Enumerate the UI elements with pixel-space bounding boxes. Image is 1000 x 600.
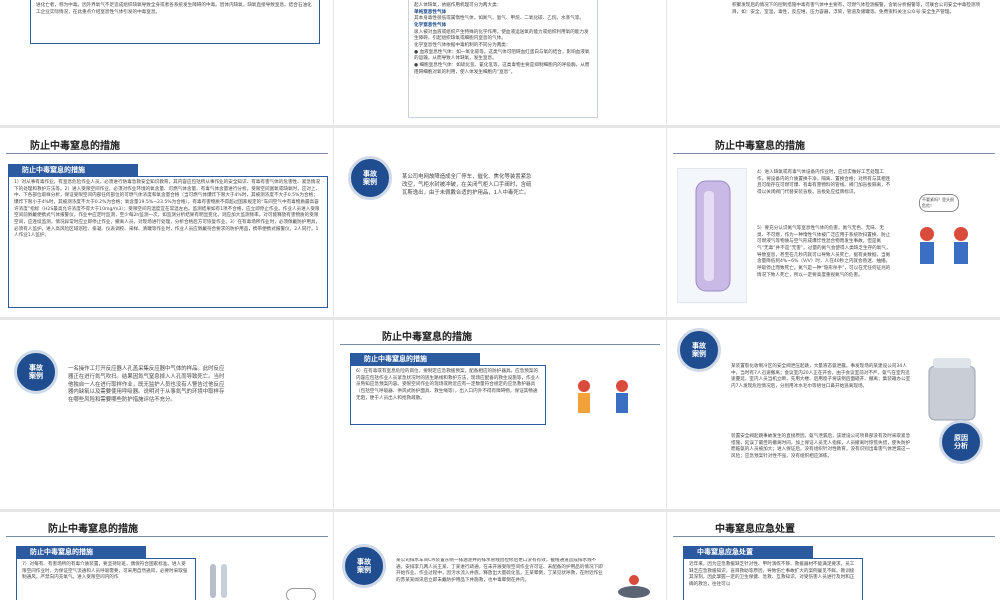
- storage-tank-icon: [928, 358, 976, 421]
- slide-11-badge-l1: 事故: [357, 557, 371, 566]
- slide-4[interactable]: 防止中毒窒息的措施 防止中毒窒息的措施 1）对从事有毒作业，有窒息危险作业人员，…: [0, 128, 333, 317]
- slide-1[interactable]: 进化亡者，称为中毒。因外界氧气不足造成组织缺氧导致全身或者各系统发生障碍的中毒。…: [0, 0, 333, 125]
- slide-12-body: 近年来，因为应急救援缺乏针对性、甲时演练不够、救援器材不能满足要求，员工缺乏应急…: [683, 558, 863, 600]
- slide-9-badge-l1: 事故: [692, 341, 706, 350]
- slide-7[interactable]: 事故 案例 一名操作工打开反应器人孔盖采集反应器中气体的样品。此时反应器正在进行…: [0, 320, 333, 509]
- slide-2-line-4: 吸入被对血液或组织产生特殊的化学作用，使血液运送氧的能力或组织利用氧的能力发生障…: [414, 29, 589, 42]
- slide-2-line-0: 起人体缺氧，依据作用机理可分为两大类：: [414, 3, 502, 8]
- slide-11-badge-l2: 案例: [357, 566, 371, 574]
- slide-10[interactable]: 防止中毒窒息的措施 防止中毒窒息的措施 7）对每有、有害场所的有毒介质装置，要坚…: [0, 512, 333, 600]
- slide-6-workers-illustration: 不要紧吗？里头很危险！: [899, 194, 991, 270]
- slide-2-line-2: 其本身毒性很低或属惰性气体，如氮气、氩气、甲烷、二氧化碳、乙烷、水蒸气等。: [414, 16, 584, 22]
- slide-7-badge-l2: 案例: [29, 372, 43, 380]
- slide-5[interactable]: 事故 案例 某公司电网故障造成全厂停车，催化、焦化等装置紧急改空，气柜水封被冲破…: [334, 128, 666, 317]
- slide-8[interactable]: 防止中毒窒息的措施 防止中毒窒息的措施 6）在有毒或有窒息危险的岗位，要制定应急…: [334, 320, 666, 509]
- slide-9-text-2: 装置安全阀起跳事故发生的直接原因。氨气泄漏后，该建设公司项目部没有及时采取紧急措…: [731, 434, 911, 459]
- slide-9-badge2-l1: 原因: [954, 433, 968, 442]
- slide-9-badge-2: 原因 分析: [939, 420, 983, 464]
- slide-4-title: 防止中毒窒息的措施: [30, 141, 120, 152]
- slide-2-heading-chemical: 化学窒息性气体: [414, 22, 447, 28]
- slide-10-bubble: [286, 588, 316, 600]
- slide-10-header-bar: 防止中毒窒息的措施: [16, 546, 146, 558]
- slide-6[interactable]: 防止中毒窒息的措施 4）进入缺氧或有毒气体设备内作业时，应切实做好工艺处理工作，…: [667, 128, 1000, 317]
- slide-2-line-5: 化学窒息性气体依据中毒机制的不同分为两类：: [414, 42, 511, 48]
- slide-11-badge: 事故 案例: [342, 544, 386, 588]
- slide-2-line-7: ● 细胞窒息性气体：如硫化氢、氰化氢等。这类毒物主要是抑制细胞内的呼吸酶，从而阻…: [414, 62, 590, 75]
- slide-4-title-rule: [6, 153, 328, 154]
- slide-2[interactable]: 起人体缺氧，依据作用机理可分为两大类： 单纯窒息性气体 其本身毒性很低或属惰性气…: [334, 0, 666, 125]
- slide-6-text-1: 4）进入缺氧或有毒气体设备内作业时，应切实做好工艺处理工作，将设备内的介质置换干…: [757, 170, 891, 195]
- slide-5-badge: 事故 案例: [348, 156, 392, 200]
- slide-10-title: 防止中毒窒息的措施: [48, 524, 138, 535]
- slide-9-badge2-l2: 分析: [954, 442, 968, 450]
- slide-2-textbox: 起人体缺氧，依据作用机理可分为两大类： 单纯窒息性气体 其本身毒性很低或属惰性气…: [408, 0, 598, 118]
- slide-10-body: 7）对每有、有害场所的有毒介质装置，要坚持轮班，偶保符合国家标准。进入受限空间作…: [16, 558, 196, 600]
- slide-6-text-2: 5）要充分认识氮气等窒息性气体的危害。氮气无色、无味、无臭、不可燃，作为一种惰性…: [757, 226, 891, 278]
- slide-9[interactable]: 事故 案例 某装置裂化收制冷区的安全阀泄压起跳，大量液态氨泄露。事发现场的某建设…: [667, 320, 1000, 509]
- slide-6-tank-illustration: [677, 168, 747, 303]
- slide-6-title-rule: [673, 153, 995, 154]
- slide-9-text-1: 某装置裂化收制冷区的安全阀泄压起跳，大量液态氨泄露。事发现场的某建设公司34人中…: [731, 364, 911, 389]
- slide-3[interactable]: 积聚发现后的情况下的控制措施中毒有害气体中主要有，可燃气体检测报警，含氧分析报警…: [667, 0, 1000, 125]
- slide-1-text: 进化亡者，称为中毒。因外界氧气不足造成组织缺氧导致全身或者各系统发生障碍的中毒。…: [30, 0, 320, 44]
- slide-12-title: 中毒窒息应急处置: [715, 524, 795, 535]
- slide-11[interactable]: 事故 案例 某公司排水车间CPI装置东侧一排油泥井的排水管线因检修后更口没有有效…: [334, 512, 666, 600]
- slide-11-manhole-illustration: [614, 572, 654, 600]
- slide-10-title-rule: [6, 536, 328, 537]
- slide-grid: 进化亡者，称为中毒。因外界氧气不足造成组织缺氧导致全身或者各系统发生障碍的中毒。…: [0, 0, 1000, 600]
- slide-8-title: 防止中毒窒息的措施: [382, 332, 472, 343]
- slide-8-title-rule: [340, 344, 660, 345]
- tank-icon: [695, 180, 731, 292]
- slide-5-text: 某公司电网故障造成全厂停车，催化、焦化等装置紧急改空，气柜水封被冲破，在关闭气柜…: [402, 174, 532, 196]
- slide-11-text: 某公司排水车间CPI装置东侧一排油泥井的排水管线因检修后更口没有有效，截线通道造…: [396, 558, 603, 583]
- gas-bottle-icon: [210, 564, 227, 598]
- slide-2-line-6: ● 血液窒息性气体：如一氧化碳等。这类气体可阻碍血红蛋白与氧的结合，影响血液氧的…: [414, 49, 590, 62]
- slide-10-gas-bottles: [204, 560, 234, 600]
- slide-12-title-rule: [673, 536, 995, 537]
- slide-4-header-bar: 防止中毒窒息的措施: [8, 164, 138, 176]
- slide-6-speech-bubble: 不要紧吗？里头很危险！: [919, 194, 959, 212]
- slide-5-badge-l1: 事故: [363, 169, 377, 178]
- slide-8-header-bar: 防止中毒窒息的措施: [350, 353, 480, 365]
- slide-9-badge-l2: 案例: [692, 350, 706, 358]
- slide-7-text: 一名操作工打开反应器人孔盖采集反应器中气体的样品。此时反应器正在进行氮气吹扫。结…: [68, 366, 225, 404]
- slide-12[interactable]: 中毒窒息应急处置 中毒窒息应急处置 近年来，因为应急救援缺乏针对性、甲时演练不够…: [667, 512, 1000, 600]
- slide-9-badge: 事故 案例: [677, 328, 721, 372]
- slide-3-text: 积聚发现后的情况下的控制措施中毒有害气体中主要有，可燃气体检测报警，含氧分析报警…: [732, 3, 981, 15]
- slide-7-badge: 事故 案例: [14, 350, 58, 394]
- slide-8-body: 6）在有毒或有窒息危险的岗位，要制定应急救援预案，配备相应的防护器具。应急预案的…: [350, 365, 546, 425]
- slide-7-badge-l1: 事故: [29, 363, 43, 372]
- slide-9-tank-illustration: [919, 348, 985, 428]
- slide-6-title: 防止中毒窒息的措施: [715, 141, 805, 152]
- manhole-icon: [618, 575, 650, 598]
- slide-8-illustration: [554, 366, 654, 422]
- slide-12-header-bar: 中毒窒息应急处置: [683, 546, 813, 558]
- slide-4-body: 1）对从事有毒作业，有窒息危险作业人员，必须进行防毒急救安全知识教育，其内容应包…: [8, 176, 328, 308]
- rescue-icon: [578, 380, 628, 413]
- slide-5-badge-l2: 案例: [363, 178, 377, 186]
